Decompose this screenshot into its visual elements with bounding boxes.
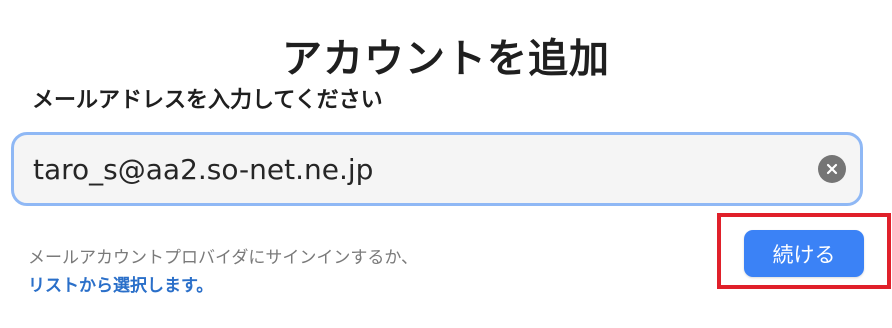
email-input[interactable] [33,152,818,186]
clear-icon[interactable] [818,155,846,183]
email-field[interactable] [11,132,863,206]
provider-signin-text: メールアカウントプロバイダにサインインするか、 [28,248,418,268]
choose-from-list-link[interactable]: リストから選択します。 [28,272,213,300]
dialog-title: アカウントを追加 [282,36,610,82]
add-account-dialog: アカウントを追加 メールアドレスを入力してください メールアカウントプロバイダに… [0,0,892,328]
email-prompt-label: メールアドレスを入力してください [32,88,383,113]
continue-button[interactable]: 続ける [744,230,864,277]
